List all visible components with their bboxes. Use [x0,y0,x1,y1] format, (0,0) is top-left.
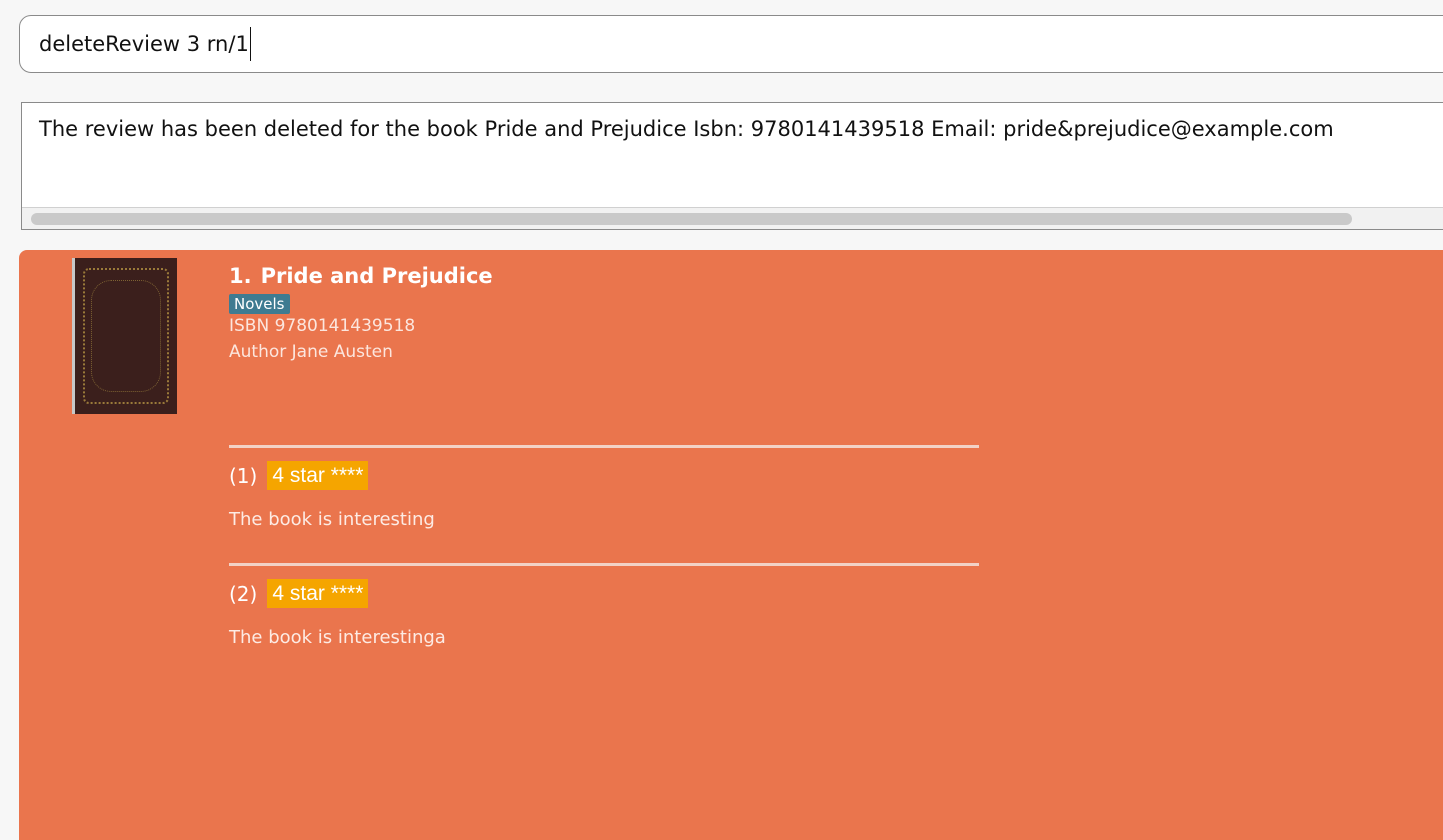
book-title-line: 1. Pride and Prejudice [229,264,493,288]
review-text: The book is interestinga [229,627,446,648]
book-isbn: ISBN 9780141439518 [229,316,416,336]
book-details: 1. Pride and Prejudice Novels ISBN 978014… [229,264,493,362]
review-text: The book is interesting [229,509,435,530]
book-card[interactable]: 1. Pride and Prejudice Novels ISBN 978014… [19,250,1443,840]
genre-tag: Novels [229,294,290,314]
review-number: (1) [229,463,258,488]
review-header: (1) 4 star **** [229,461,369,490]
command-box[interactable]: deleteReview 3 rn/1 [19,15,1443,73]
book-title: Pride and Prejudice [260,264,493,288]
text-caret [249,27,252,61]
review-divider [229,563,979,566]
result-message: The review has been deleted for the book… [39,117,1334,141]
result-display: The review has been deleted for the book… [21,102,1443,230]
review-number: (2) [229,581,258,606]
rating-badge: 4 star **** [267,579,369,608]
book-index: 1. [229,264,252,288]
scrollbar-thumb[interactable] [31,213,1352,225]
review-divider [229,445,979,448]
command-input[interactable]: deleteReview 3 rn/1 [39,32,249,56]
book-cover-image [72,258,177,414]
review-header: (2) 4 star **** [229,579,369,608]
book-author: Author Jane Austen [229,342,393,362]
cover-ornament-inner [91,280,161,392]
rating-badge: 4 star **** [267,461,369,490]
horizontal-scrollbar[interactable] [22,207,1443,229]
